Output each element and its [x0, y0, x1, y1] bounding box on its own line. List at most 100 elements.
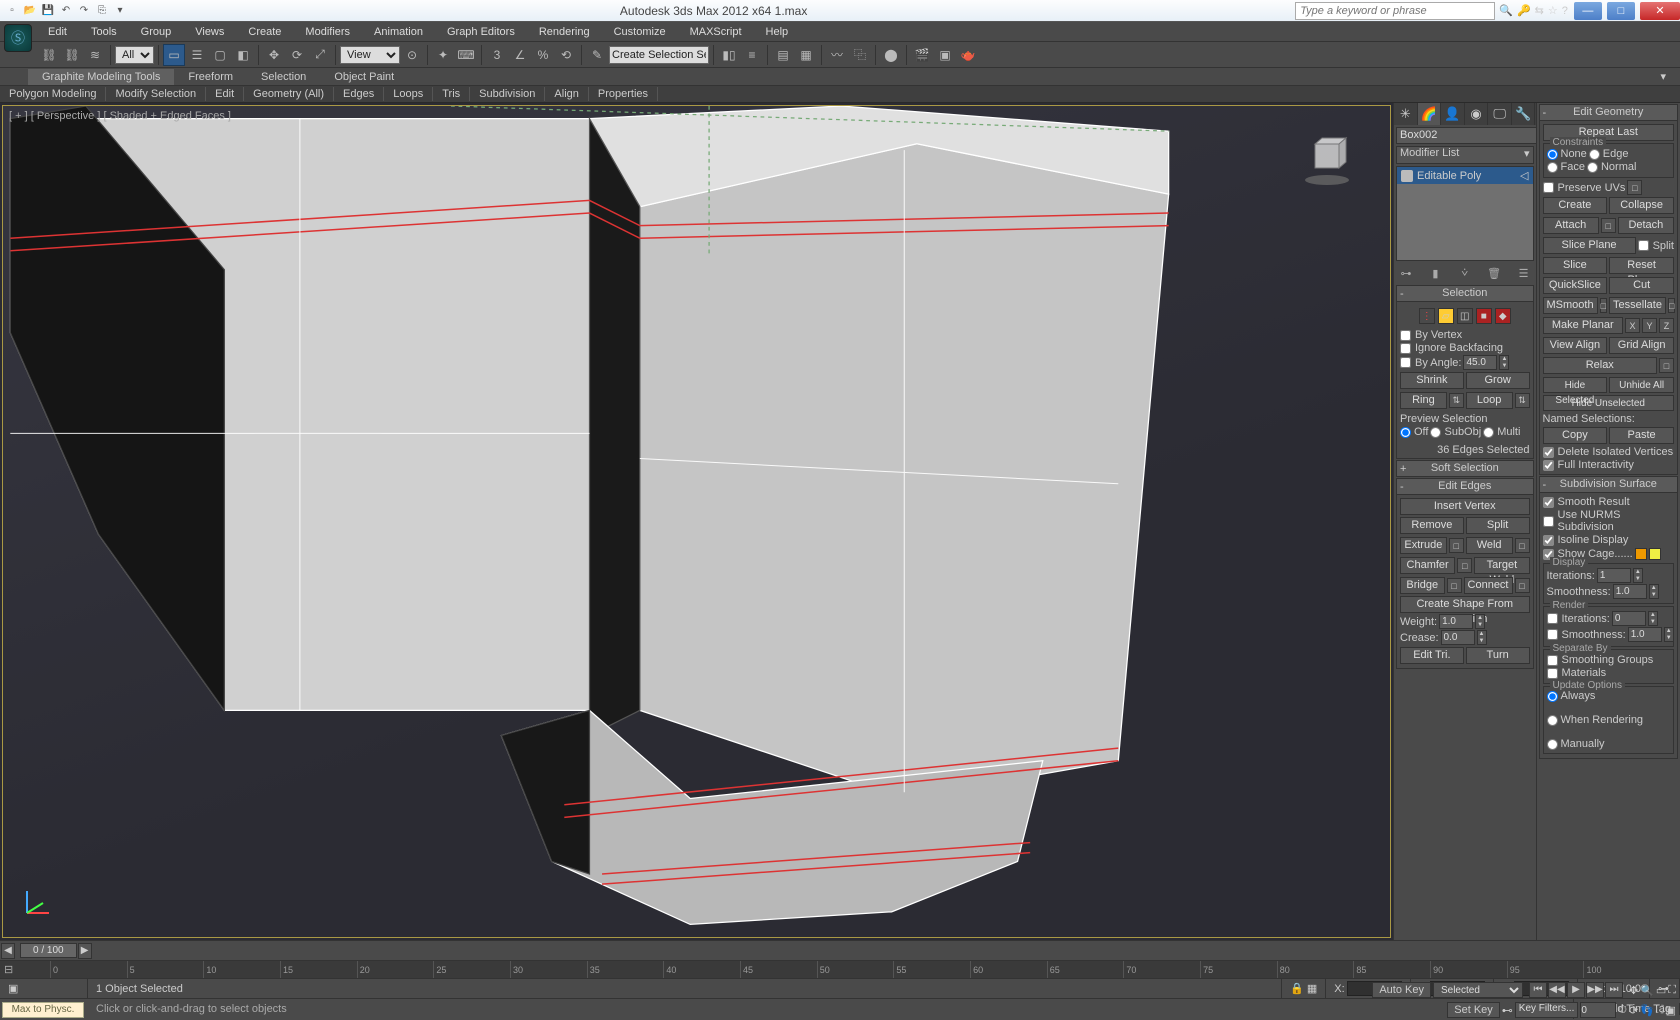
smooth-result-checkbox[interactable] — [1543, 497, 1554, 508]
nav-zoom-icon[interactable]: 🔍 — [1640, 984, 1654, 997]
preview-multi-radio[interactable] — [1483, 427, 1494, 438]
close-button[interactable]: ✕ — [1640, 2, 1680, 20]
rsub-subdivision[interactable]: Subdivision — [470, 87, 545, 101]
delete-iso-checkbox[interactable] — [1543, 447, 1554, 458]
grid-align-button[interactable]: Grid Align — [1609, 337, 1674, 354]
modifier-list-dropdown[interactable]: Modifier List▾ — [1396, 146, 1534, 164]
play-icon[interactable]: ▶ — [1567, 982, 1585, 998]
menu-tools[interactable]: Tools — [79, 23, 129, 41]
planar-x-button[interactable]: X — [1625, 318, 1640, 333]
split-button[interactable]: Split — [1466, 517, 1530, 534]
paste-named-sel-button[interactable]: Paste — [1609, 427, 1674, 444]
current-frame-input[interactable] — [1580, 1002, 1616, 1018]
rsub-properties[interactable]: Properties — [589, 87, 658, 101]
display-smoothness-spinner[interactable] — [1613, 584, 1647, 599]
modifier-stack[interactable]: Editable Poly◁ — [1396, 166, 1534, 261]
menu-edit[interactable]: Edit — [36, 23, 79, 41]
keymode-icon[interactable]: ⌨ — [455, 44, 477, 66]
align-icon[interactable]: ≡ — [741, 44, 763, 66]
menu-help[interactable]: Help — [754, 23, 801, 41]
maxscript-mini-listener[interactable]: Max to Physc. — [2, 1002, 84, 1018]
constraint-edge-radio[interactable] — [1589, 149, 1600, 160]
next-frame-icon[interactable]: ▶▶ — [1586, 982, 1604, 998]
msmooth-button[interactable]: MSmooth — [1543, 297, 1598, 314]
ribbon-tab-graphite[interactable]: Graphite Modeling Tools — [28, 69, 174, 85]
menu-maxscript[interactable]: MAXScript — [678, 23, 754, 41]
manipulate-icon[interactable]: ✦ — [432, 44, 454, 66]
viewcube-icon[interactable] — [1302, 136, 1352, 186]
cut-button[interactable]: Cut — [1609, 277, 1674, 294]
key-filters-button[interactable]: Key Filters... — [1515, 1002, 1579, 1018]
view-align-button[interactable]: View Align — [1543, 337, 1608, 354]
spinner-snap-icon[interactable]: ⟲ — [555, 44, 577, 66]
display-iterations-spinner[interactable] — [1597, 568, 1631, 583]
nav-minmax-icon[interactable]: ▣ — [1666, 1004, 1676, 1017]
key-icon[interactable]: 🔑 — [1517, 4, 1531, 17]
make-unique-icon[interactable]: ⩒ — [1457, 265, 1473, 281]
chamfer-button[interactable]: Chamfer — [1400, 557, 1455, 574]
rsub-tris[interactable]: Tris — [433, 87, 470, 101]
trackbar-toggle-icon[interactable]: ⊟ — [4, 963, 13, 976]
bridge-button[interactable]: Bridge — [1400, 577, 1445, 594]
ignore-backfacing-checkbox[interactable] — [1400, 343, 1411, 354]
ribbon-tab-selection[interactable]: Selection — [247, 69, 320, 85]
edit-named-sel-icon[interactable]: ✎ — [586, 44, 608, 66]
selection-filter[interactable]: All — [115, 46, 154, 64]
mirror-icon[interactable]: ▮▯ — [718, 44, 740, 66]
bind-icon[interactable]: ≋ — [84, 44, 106, 66]
subobj-element-icon[interactable]: ◆ — [1495, 308, 1511, 324]
timeslider-prev-icon[interactable]: ◀ — [1, 943, 15, 959]
turn-button[interactable]: Turn — [1466, 647, 1530, 664]
render-prod-icon[interactable]: 🫖 — [957, 44, 979, 66]
rsub-loops[interactable]: Loops — [384, 87, 433, 101]
menu-rendering[interactable]: Rendering — [527, 23, 602, 41]
script-listener-icon[interactable]: ▣ — [0, 979, 88, 998]
layers-icon[interactable]: ▤ — [772, 44, 794, 66]
constraint-face-radio[interactable] — [1547, 162, 1558, 173]
subobj-polygon-icon[interactable]: ■ — [1476, 308, 1492, 324]
planar-y-button[interactable]: Y — [1642, 318, 1657, 333]
remove-mod-icon[interactable]: 🗑 — [1486, 265, 1502, 281]
show-result-icon[interactable]: ▮ — [1427, 265, 1443, 281]
planar-z-button[interactable]: Z — [1659, 318, 1674, 333]
scale-icon[interactable]: ⤢ — [309, 44, 331, 66]
by-angle-checkbox[interactable] — [1400, 357, 1411, 368]
detach-button[interactable]: Detach — [1618, 217, 1674, 234]
lock-icon[interactable]: 🔒 — [1290, 982, 1304, 995]
goto-start-icon[interactable]: ⏮ — [1529, 982, 1547, 998]
attach-list-icon[interactable]: □ — [1601, 218, 1616, 233]
time-config-icon[interactable]: ⏱ — [1618, 1004, 1627, 1017]
curve-editor-icon[interactable]: 〰 — [826, 44, 848, 66]
rsub-align[interactable]: Align — [545, 87, 588, 101]
copy-named-sel-button[interactable]: Copy — [1543, 427, 1608, 444]
goto-end-icon[interactable]: ⏭ — [1605, 982, 1623, 998]
constraint-none-radio[interactable] — [1547, 149, 1558, 160]
named-selection-input[interactable] — [609, 46, 709, 64]
qat-new-icon[interactable]: ▫ — [4, 3, 20, 19]
slice-plane-button[interactable]: Slice Plane — [1543, 237, 1636, 254]
ring-button[interactable]: Ring — [1400, 392, 1447, 409]
nav-orbit-icon[interactable]: ⟳ — [1629, 1004, 1638, 1017]
configure-icon[interactable]: ☰ — [1516, 265, 1532, 281]
update-manual-radio[interactable] — [1547, 739, 1558, 750]
select-icon[interactable]: ▭ — [163, 44, 185, 66]
reset-plane-button[interactable]: Reset Plane — [1609, 257, 1674, 274]
tab-create-icon[interactable]: ✳ — [1394, 103, 1418, 125]
preview-subobj-radio[interactable] — [1430, 427, 1441, 438]
weight-spinner[interactable] — [1439, 614, 1473, 629]
unhide-all-button[interactable]: Unhide All — [1609, 377, 1674, 393]
menu-group[interactable]: Group — [129, 23, 184, 41]
ribbon-expand-icon[interactable]: ▾ — [1646, 68, 1680, 85]
remove-button[interactable]: Remove — [1400, 517, 1464, 534]
percent-snap-icon[interactable]: % — [532, 44, 554, 66]
unlink-icon[interactable]: ⛓ — [61, 44, 83, 66]
setkey-button[interactable]: Set Key — [1447, 1002, 1500, 1018]
render-iter-checkbox[interactable] — [1547, 613, 1558, 624]
window-crossing-icon[interactable]: ◧ — [232, 44, 254, 66]
preserve-uvs-settings-icon[interactable]: □ — [1627, 180, 1642, 195]
minimize-button[interactable]: — — [1574, 2, 1602, 20]
menu-views[interactable]: Views — [183, 23, 236, 41]
visibility-icon[interactable] — [1401, 170, 1413, 182]
msmooth-settings-icon[interactable]: □ — [1600, 298, 1607, 313]
prev-frame-icon[interactable]: ◀◀ — [1548, 982, 1566, 998]
